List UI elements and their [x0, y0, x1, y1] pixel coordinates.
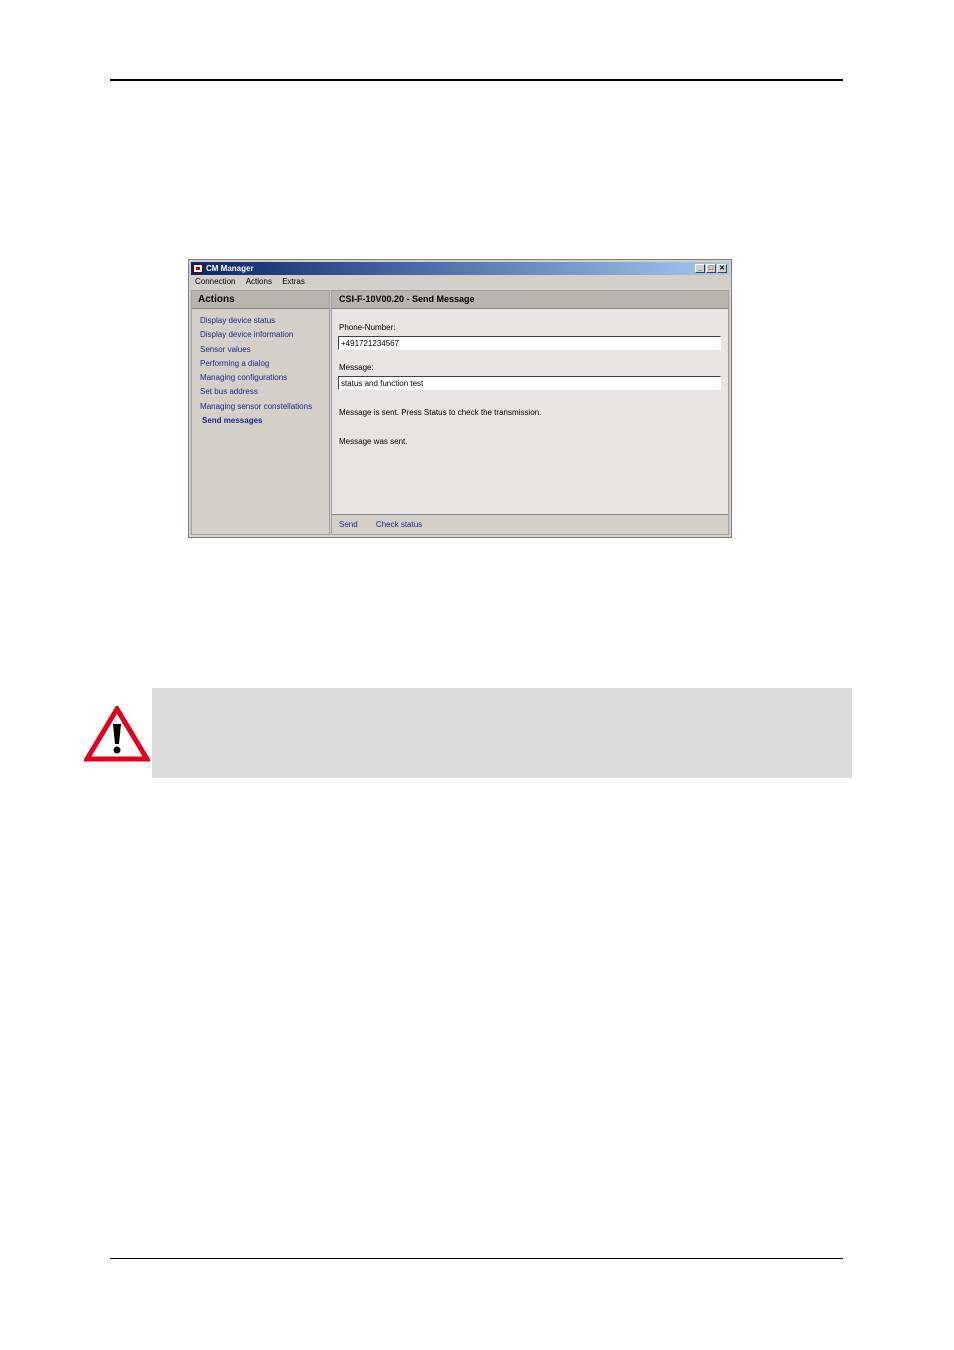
actions-header: Actions: [192, 291, 329, 309]
action-managing-configurations[interactable]: Managing configurations: [200, 371, 329, 385]
actions-pane: Actions Display device status Display de…: [191, 290, 330, 535]
window-title: CM Manager: [206, 264, 254, 273]
maximize-button[interactable]: □: [706, 264, 716, 273]
action-send-messages[interactable]: Send messages: [200, 414, 329, 428]
menu-connection[interactable]: Connection: [191, 276, 239, 288]
warning-box: [152, 688, 852, 778]
action-managing-sensor-constellations[interactable]: Managing sensor constellations: [200, 400, 329, 414]
status-result-text: Message was sent.: [339, 437, 408, 446]
phone-number-input[interactable]: [338, 336, 721, 350]
message-input[interactable]: [338, 376, 721, 390]
action-set-bus-address[interactable]: Set bus address: [200, 385, 329, 399]
minimize-button[interactable]: _: [695, 264, 705, 273]
action-display-device-information[interactable]: Display device information: [200, 328, 329, 342]
phone-number-label: Phone-Number:: [339, 323, 396, 332]
check-status-button[interactable]: Check status: [376, 520, 422, 529]
message-label: Message:: [339, 363, 374, 372]
header-rule: [110, 79, 843, 81]
status-sent-text: Message is sent. Press Status to check t…: [339, 408, 542, 417]
title-bar[interactable]: CM Manager _ □ ✕: [191, 262, 729, 275]
close-button[interactable]: ✕: [717, 264, 727, 273]
send-button[interactable]: Send: [339, 520, 358, 529]
send-message-pane: CSI-F-10V00.20 - Send Message Phone-Numb…: [331, 290, 729, 535]
pane-title: CSI-F-10V00.20 - Send Message: [332, 291, 728, 309]
warning-triangle-icon: [84, 706, 150, 762]
action-performing-a-dialog[interactable]: Performing a dialog: [200, 357, 329, 371]
menu-actions[interactable]: Actions: [242, 276, 276, 288]
action-sensor-values[interactable]: Sensor values: [200, 343, 329, 357]
actions-list: Display device status Display device inf…: [192, 309, 329, 428]
action-display-device-status[interactable]: Display device status: [200, 314, 329, 328]
menu-bar: Connection Actions Extras: [191, 276, 729, 288]
action-bar: Send Check status: [332, 514, 728, 534]
window-controls: _ □ ✕: [695, 264, 727, 273]
app-icon: [193, 264, 203, 273]
cm-manager-window: CM Manager _ □ ✕ Connection Actions Extr…: [188, 259, 732, 538]
footer-rule: [110, 1258, 843, 1259]
menu-extras[interactable]: Extras: [278, 276, 309, 288]
